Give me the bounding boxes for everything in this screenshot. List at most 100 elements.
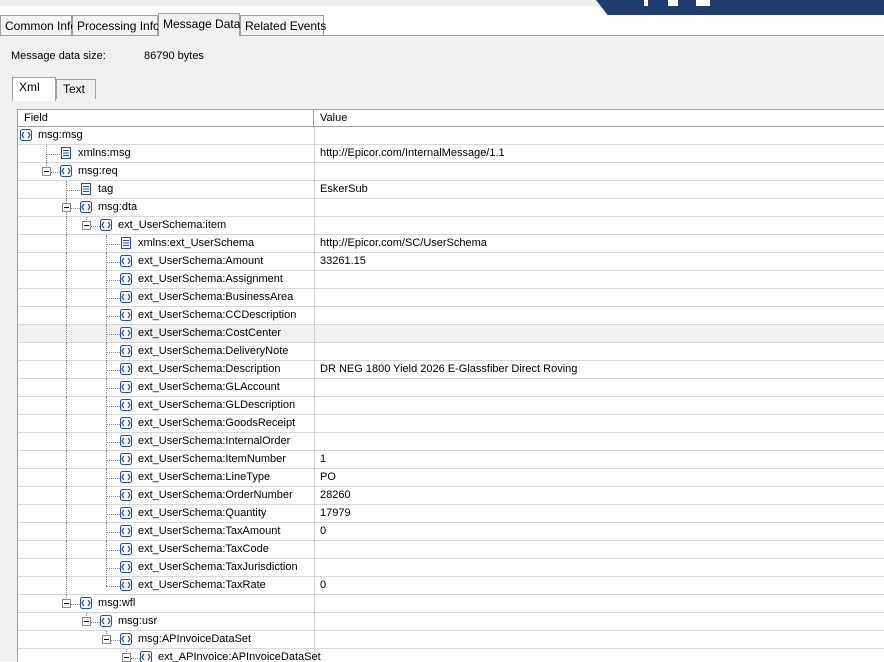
tree-connector [66,397,67,415]
tree-row[interactable]: ext_UserSchema:OrderNumber28260 [18,487,884,505]
tree-row[interactable]: xmlns:ext_UserSchemahttp://Epicor.com/SC… [18,235,884,253]
tab-message-data[interactable]: Message Data [158,13,240,36]
column-header-value[interactable]: Value [314,110,880,126]
field-name: ext_UserSchema:GLAccount [138,379,280,396]
xml-element-icon [120,489,132,501]
tree-collapse-icon[interactable] [42,167,51,176]
xml-tree-grid[interactable]: Field Value msg:msgxmlns:msghttp://Epico… [17,109,884,662]
tree-collapse-icon[interactable] [82,617,91,626]
tree-row[interactable]: ext_UserSchema:DeliveryNote [18,343,884,361]
xml-element-icon [120,345,132,357]
tree-connector [106,478,120,479]
column-separator [314,127,315,145]
tree-connector [106,550,120,551]
tree-row[interactable]: ext_UserSchema:TaxAmount0 [18,523,884,541]
tree-row[interactable]: ext_UserSchema:ItemNumber1 [18,451,884,469]
xml-element-icon [120,471,132,483]
tree-row[interactable]: ext_UserSchema:TaxCode [18,541,884,559]
header-banner [596,0,884,15]
column-separator [314,523,315,541]
field-name: msg:dta [98,199,137,216]
tree-row[interactable]: msg:wfl [18,595,884,613]
tree-row[interactable]: ext_UserSchema:LineTypePO [18,469,884,487]
column-separator [314,595,315,613]
tree-row[interactable]: xmlns:msghttp://Epicor.com/InternalMessa… [18,145,884,163]
tree-row[interactable]: ext_UserSchema:Amount33261.15 [18,253,884,271]
tree-row[interactable]: msg:usr [18,613,884,631]
field-name: ext_UserSchema:Quantity [138,505,266,522]
tree-collapse-icon[interactable] [62,203,71,212]
column-header-field[interactable]: Field [18,110,314,126]
tree-row[interactable]: ext_UserSchema:GLAccount [18,379,884,397]
tree-collapse-icon[interactable] [62,599,71,608]
field-name: ext_UserSchema:LineType [138,469,270,486]
tree-row[interactable]: ext_UserSchema:BusinessArea [18,289,884,307]
banner-glyph-icon [696,0,710,6]
subtab-xml[interactable]: Xml [12,77,56,101]
field-name: msg:APInvoiceDataSet [138,631,251,648]
tree-row[interactable]: ext_UserSchema:DescriptionDR NEG 1800 Yi… [18,361,884,379]
field-name: ext_APInvoice:APInvoiceDataSet [158,649,321,662]
field-value: 17979 [320,505,351,522]
tree-row[interactable]: msg:req [18,163,884,181]
tree-connector [66,289,67,307]
field-name: ext_UserSchema:OrderNumber [138,487,293,504]
field-name: ext_UserSchema:Amount [138,253,263,270]
tree-connector [66,271,67,289]
xml-element-icon [120,633,132,645]
tree-connector [106,388,120,389]
field-name: ext_UserSchema:CCDescription [138,307,296,324]
tree-row[interactable]: msg:APInvoiceDataSet [18,631,884,649]
field-name: ext_UserSchema:GLDescription [138,397,295,414]
xml-element-icon [120,453,132,465]
column-separator [314,487,315,505]
tab-processing-info[interactable]: Processing Info [72,15,158,35]
column-separator [314,307,315,325]
tree-connector [106,370,120,371]
tree-connector [66,343,67,361]
tree-connector [66,577,67,595]
field-name: msg:usr [118,613,157,630]
field-name: ext_UserSchema:GoodsReceipt [138,415,295,432]
tab-common-info[interactable]: Common Info [0,15,72,35]
tree-row[interactable]: ext_UserSchema:CostCenter [18,325,884,343]
tree-connector [106,280,120,281]
tree-row[interactable]: ext_APInvoice:APInvoiceDataSet [18,649,884,662]
field-name: ext_UserSchema:Description [138,361,280,378]
tree-collapse-icon[interactable] [102,635,111,644]
tree-row[interactable]: ext_UserSchema:CCDescription [18,307,884,325]
column-separator [314,289,315,307]
field-name: xmlns:msg [78,145,131,162]
tab-related-events[interactable]: Related Events [240,15,324,35]
column-separator [314,235,315,253]
column-separator [314,433,315,451]
tree-row[interactable]: ext_UserSchema:Quantity 17979 [18,505,884,523]
tree-row[interactable]: ext_UserSchema:item [18,217,884,235]
tree-connector [106,424,120,425]
xml-element-icon [60,165,72,177]
tree-connector [106,586,120,587]
tree-connector [106,352,120,353]
field-name: ext_UserSchema:TaxJurisdiction [138,559,298,576]
column-separator [314,253,315,271]
xml-element-icon [80,201,92,213]
tree-row[interactable]: ext_UserSchema:TaxJurisdiction [18,559,884,577]
column-separator [314,631,315,649]
tree-row[interactable]: msg:dta [18,199,884,217]
field-name: ext_UserSchema:CostCenter [138,325,281,342]
column-separator [314,217,315,235]
tree-row[interactable]: ext_UserSchema:GoodsReceipt [18,415,884,433]
tree-row[interactable]: ext_UserSchema:Assignment [18,271,884,289]
field-name: ext_UserSchema:TaxCode [138,541,269,558]
subtab-text[interactable]: Text [56,79,96,99]
tree-row[interactable]: ext_UserSchema:TaxRate0 [18,577,884,595]
tree-connector [66,469,67,487]
tree-row[interactable]: ext_UserSchema:GLDescription [18,397,884,415]
column-separator [314,469,315,487]
tree-row[interactable]: ext_UserSchema:InternalOrder [18,433,884,451]
tree-row[interactable]: tagEskerSub [18,181,884,199]
xml-element-icon [120,561,132,573]
tree-row[interactable]: msg:msg [18,127,884,145]
tree-connector [66,487,67,505]
tree-collapse-icon[interactable] [82,221,91,230]
